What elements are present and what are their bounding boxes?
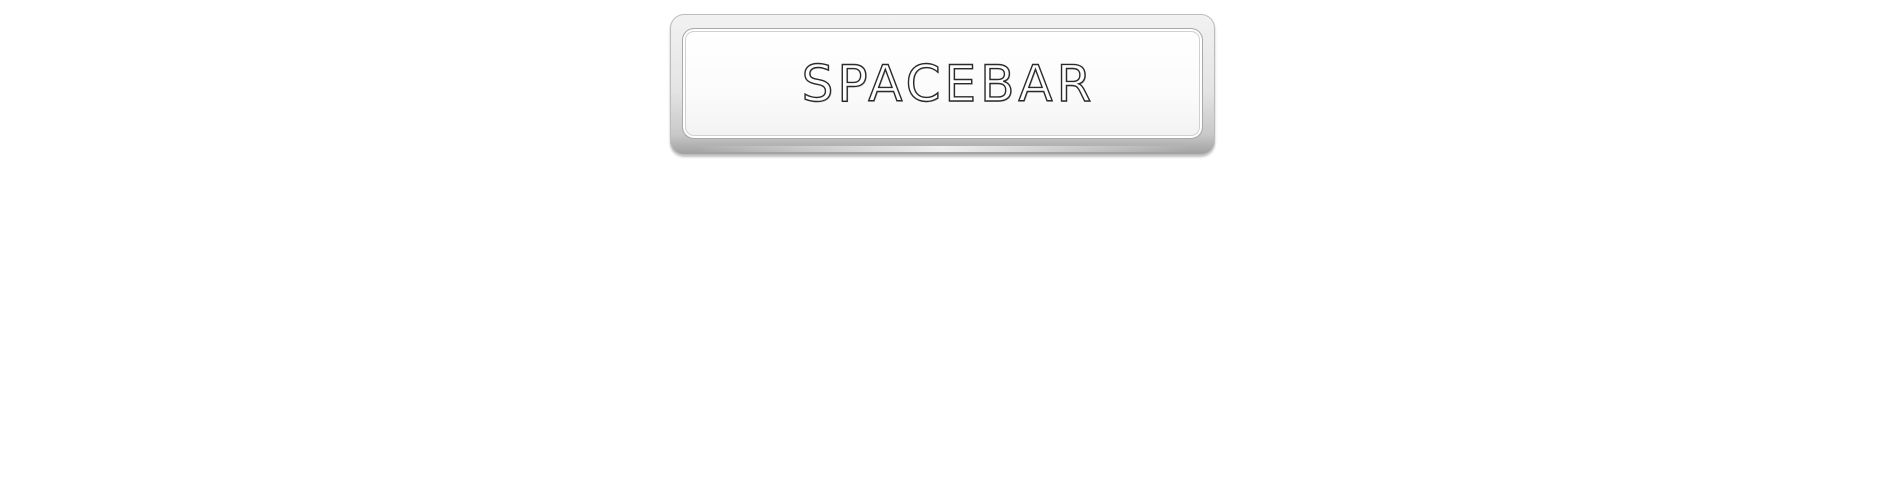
spacebar-key-label: SPACEBAR: [801, 54, 1096, 113]
spacebar-key[interactable]: SPACEBAR: [670, 14, 1215, 155]
spacebar-key-face: SPACEBAR: [682, 28, 1203, 139]
